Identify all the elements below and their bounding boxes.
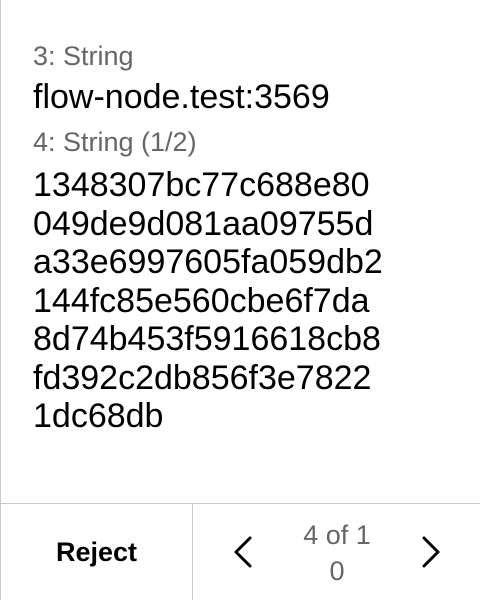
page-indicator: 4 of 1 0	[283, 517, 391, 589]
field-value: 1348307bc77c688e80 049de9d081aa09755d a3…	[33, 166, 460, 436]
value-line: 049de9d081aa09755d	[33, 204, 374, 243]
value-line: 8d74b453f5916618cb8	[33, 320, 381, 358]
prev-page-button[interactable]	[213, 522, 273, 582]
value-line: 1348307bc77c688e80	[33, 166, 370, 204]
action-bar: Reject 4 of 1 0	[1, 503, 480, 600]
page-indicator-line: 0	[329, 556, 345, 586]
chevron-left-icon	[234, 536, 252, 568]
chevron-right-icon	[422, 536, 440, 568]
reject-button[interactable]: Reject	[1, 504, 193, 600]
field-label: 4: String (1/2)	[33, 127, 197, 157]
field-value: flow-node.test:3569	[33, 78, 330, 116]
screen: 3: String flow-node.test:3569 4: String …	[0, 0, 480, 600]
value-line: a33e6997605fa059db2	[33, 243, 383, 281]
pager: 4 of 1 0	[193, 504, 480, 600]
value-line: fd392c2db856f3e7822	[33, 358, 372, 397]
field-3: 3: String flow-node.test:3569	[33, 38, 460, 116]
field-4: 4: String (1/2) 1348307bc77c688e80 049de…	[33, 124, 460, 436]
page-indicator-line: 4 of 1	[303, 520, 371, 550]
field-list: 3: String flow-node.test:3569 4: String …	[33, 38, 460, 436]
field-label: 3: String	[33, 41, 134, 71]
next-page-button[interactable]	[401, 522, 461, 582]
value-line: 1dc68db	[33, 397, 164, 435]
value-line: 144fc85e560cbe6f7da	[33, 281, 370, 320]
